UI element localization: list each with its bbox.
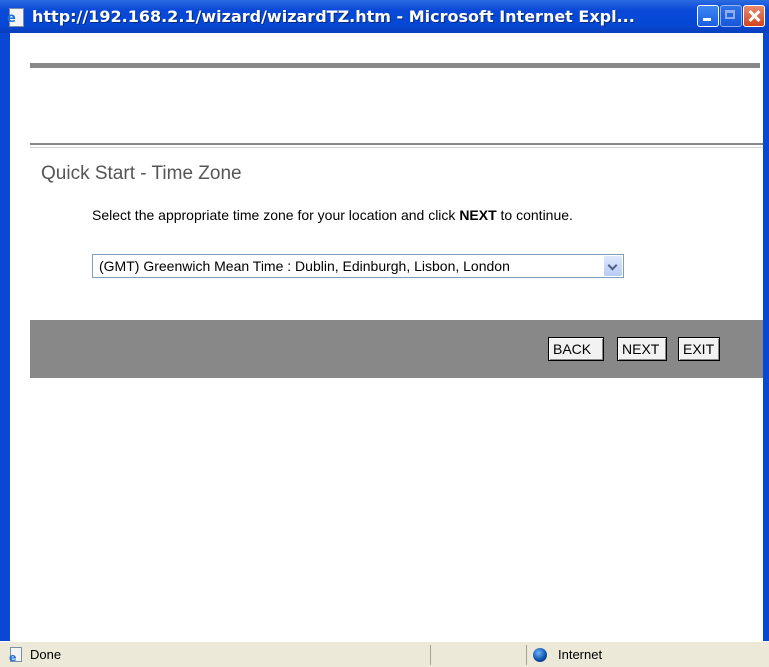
- page-done-icon: e: [8, 647, 24, 664]
- action-bar: BACK NEXT EXIT: [30, 320, 763, 378]
- timezone-select[interactable]: (GMT) Greenwich Mean Time : Dublin, Edin…: [92, 254, 624, 278]
- exit-button[interactable]: EXIT: [678, 337, 720, 361]
- instruction-text: Select the appropriate time zone for you…: [92, 207, 573, 223]
- security-zone-label: Internet: [558, 647, 603, 662]
- page-title: Quick Start - Time Zone: [41, 163, 242, 184]
- ie-page-icon[interactable]: e: [6, 7, 26, 27]
- next-button[interactable]: NEXT: [617, 337, 667, 361]
- window-frame-left: [0, 33, 10, 641]
- instruction-text-end: to continue.: [496, 207, 573, 223]
- instruction-next-keyword: NEXT: [459, 207, 497, 223]
- minimize-icon[interactable]: [697, 5, 719, 27]
- section-divider-shadow: [30, 147, 763, 148]
- window-title: http://192.168.2.1/wizard/wizardTZ.htm -…: [32, 7, 635, 26]
- status-bar: e Done Internet: [0, 641, 769, 667]
- instruction-text-start: Select the appropriate time zone for you…: [92, 207, 460, 223]
- maximize-icon[interactable]: [720, 5, 742, 27]
- section-divider: [30, 143, 763, 145]
- status-divider: [430, 645, 431, 665]
- header-divider: [30, 63, 760, 68]
- timezone-selected-value: (GMT) Greenwich Mean Time : Dublin, Edin…: [99, 258, 510, 274]
- chevron-down-icon[interactable]: [604, 256, 622, 276]
- window-frame-right: [763, 33, 769, 641]
- back-button[interactable]: BACK: [548, 337, 604, 361]
- internet-zone-icon: [533, 648, 547, 662]
- page-content: Quick Start - Time Zone Select the appro…: [10, 33, 763, 641]
- close-icon[interactable]: [743, 5, 765, 27]
- status-text: Done: [30, 647, 62, 662]
- status-divider: [526, 645, 527, 665]
- title-bar[interactable]: e http://192.168.2.1/wizard/wizardTZ.htm…: [0, 0, 769, 33]
